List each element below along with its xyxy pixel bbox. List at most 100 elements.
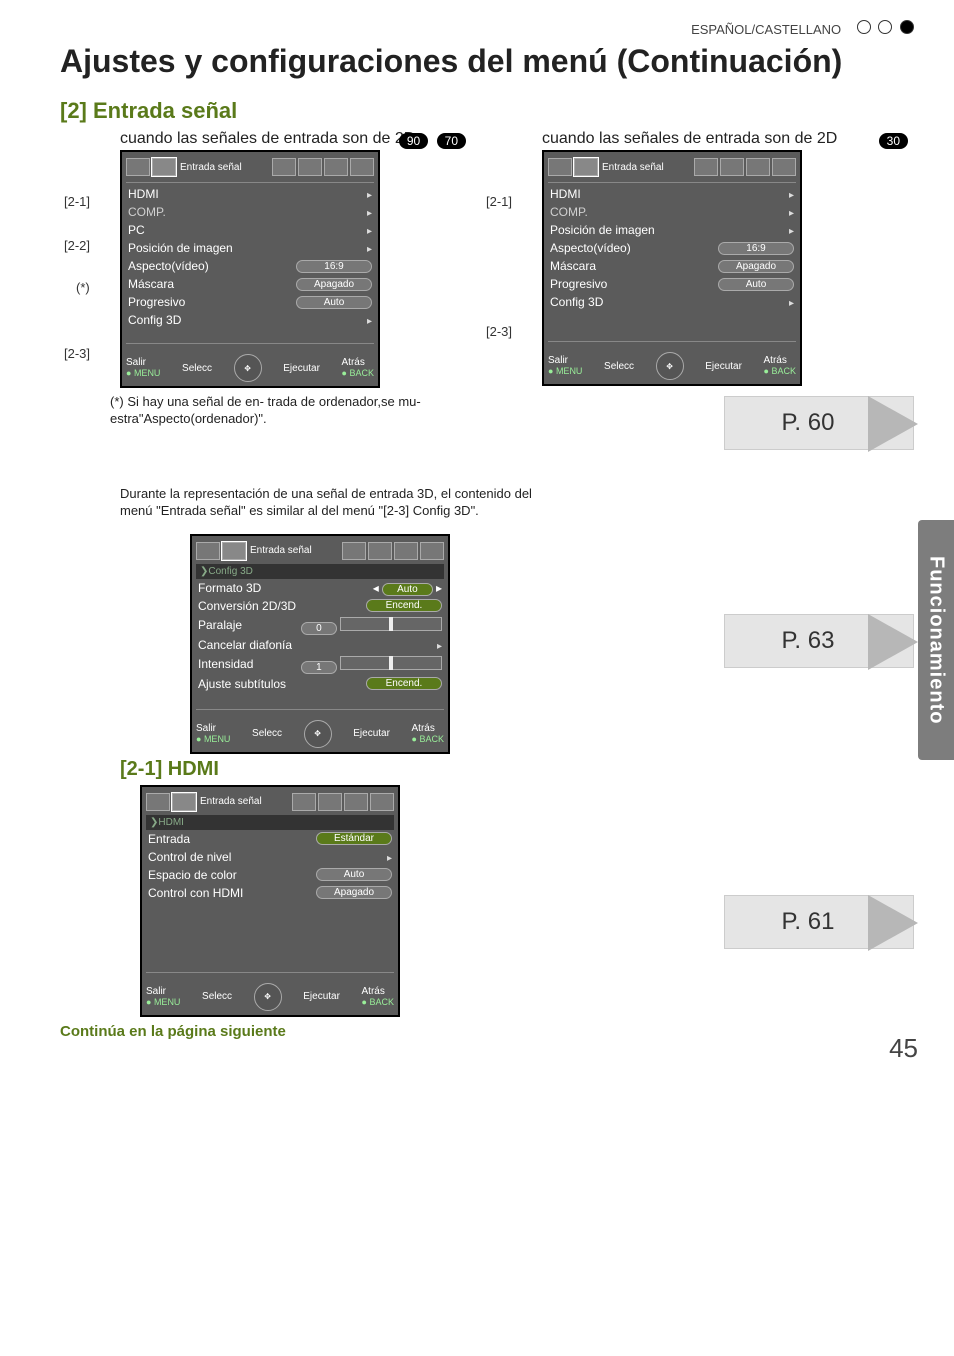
menu-item[interactable]: Config 3D	[550, 295, 603, 309]
menu-item[interactable]: Intensidad	[198, 657, 253, 671]
side-tab: Funcionamiento	[918, 520, 954, 760]
menu-item[interactable]: COMP.	[128, 205, 166, 219]
chevron-right-icon	[367, 187, 372, 201]
menu-item[interactable]: Aspecto(vídeo)	[128, 259, 209, 273]
tab-label: Entrada señal	[250, 545, 312, 556]
tab-icon	[720, 158, 744, 176]
tab-icon	[318, 793, 342, 811]
menu-item[interactable]: PC	[128, 223, 145, 237]
tab-label: Entrada señal	[200, 796, 262, 807]
tab-icon	[292, 793, 316, 811]
ref-label: [2-3]	[64, 346, 90, 361]
note-3d: Durante la representación de una señal d…	[120, 486, 560, 520]
ref-label: [2-1]	[64, 194, 90, 209]
breadcrumb: HDMI	[146, 815, 394, 830]
tab-icon	[548, 158, 572, 176]
chevron-right-icon	[367, 223, 372, 237]
tab-icon	[394, 542, 418, 560]
menu-panel-hdmi: Entrada señal HDMI Entrada Estándar Contr…	[140, 785, 400, 1017]
tab-icon	[196, 542, 220, 560]
tab-icon	[342, 542, 366, 560]
dot-icon	[857, 20, 871, 34]
page-link-arrow: P. 61	[724, 895, 914, 949]
tab-icon	[324, 158, 348, 176]
value-pill: Apagado	[296, 278, 372, 291]
tab-icon	[222, 542, 246, 560]
chevron-right-icon	[789, 295, 794, 309]
dpad-icon: ✥	[304, 720, 332, 748]
chevron-right-icon	[789, 205, 794, 219]
chevron-right-icon	[789, 223, 794, 237]
menu-item[interactable]: Entrada	[148, 832, 190, 846]
panel-footer: Salir● MENU Selecc ✥ Ejecutar Atrás● BAC…	[126, 350, 374, 382]
breadcrumb: Config 3D	[196, 564, 444, 579]
tab-icon	[694, 158, 718, 176]
dpad-icon: ✥	[254, 983, 282, 1011]
value-pill: Apagado	[718, 260, 794, 273]
value-pill: Estándar	[316, 832, 392, 845]
menu-item[interactable]: Paralaje	[198, 618, 242, 632]
menu-panel-left: Entrada señal HDMI COMP. PC Posición de …	[120, 150, 380, 388]
menu-item[interactable]: Ajuste subtítulos	[198, 677, 286, 691]
chevron-right-icon	[437, 638, 442, 652]
menu-item[interactable]: Formato 3D	[198, 581, 261, 595]
panel-footer: Salir● MENU Selecc ✥ Ejecutar Atrás● BAC…	[146, 979, 394, 1011]
menu-item[interactable]: Progresivo	[550, 277, 607, 291]
model-badge: 30	[879, 133, 908, 149]
tab-icon	[370, 793, 394, 811]
menu-item[interactable]: Control de nivel	[148, 850, 231, 864]
panel-footer: Salir● MENU Selecc ✥ Ejecutar Atrás● BAC…	[196, 716, 444, 748]
slider[interactable]	[340, 656, 442, 670]
menu-item[interactable]: Posición de imagen	[550, 223, 655, 237]
value-pill: 16:9	[718, 242, 794, 255]
page-link-arrow: P. 63	[724, 614, 914, 668]
menu-item[interactable]: Control con HDMI	[148, 886, 243, 900]
tab-icon	[350, 158, 374, 176]
value-pill: Auto	[718, 278, 794, 291]
menu-panel-right: Entrada señal HDMI COMP. Posición de ima…	[542, 150, 802, 386]
dpad-icon: ✥	[656, 352, 684, 380]
tab-icon	[772, 158, 796, 176]
menu-item[interactable]: HDMI	[550, 187, 581, 201]
value-pill: Encend.	[366, 677, 442, 690]
tab-icon	[272, 158, 296, 176]
chevron-right-icon	[367, 241, 372, 255]
value-pill: 16:9	[296, 260, 372, 273]
sub-heading-hdmi: [2-1] HDMI	[120, 758, 914, 781]
panel-footer: Salir● MENU Selecc ✥ Ejecutar Atrás● BAC…	[548, 348, 796, 380]
menu-item[interactable]: HDMI	[128, 187, 159, 201]
tab-icon	[420, 542, 444, 560]
menu-item[interactable]: Máscara	[550, 259, 596, 273]
tab-icon	[574, 158, 598, 176]
chevron-right-icon	[387, 850, 392, 864]
tab-icon	[746, 158, 770, 176]
page-title: Ajustes y configuraciones del menú (Cont…	[60, 43, 914, 80]
menu-item[interactable]: Posición de imagen	[128, 241, 233, 255]
tab-icon	[126, 158, 150, 176]
menu-item[interactable]: Conversión 2D/3D	[198, 599, 296, 613]
value-pill: Auto	[296, 296, 372, 309]
chevron-right-icon	[367, 205, 372, 219]
menu-item[interactable]: Config 3D	[128, 313, 181, 327]
dpad-icon: ✥	[234, 354, 262, 382]
tab-label: Entrada señal	[180, 162, 242, 173]
value-pill: Auto	[382, 583, 433, 596]
slider[interactable]	[340, 617, 442, 631]
language-indicator: ESPAÑOL/CASTELLANO	[60, 20, 914, 37]
chevron-right-icon	[789, 187, 794, 201]
menu-item[interactable]: Progresivo	[128, 295, 185, 309]
menu-item[interactable]: Aspecto(vídeo)	[550, 241, 631, 255]
ref-label: [2-2]	[64, 238, 90, 253]
dot-icon	[900, 20, 914, 34]
value-pill: Apagado	[316, 886, 392, 899]
value-pill: Encend.	[366, 599, 442, 612]
menu-item[interactable]: Espacio de color	[148, 868, 237, 882]
tab-icon	[368, 542, 392, 560]
menu-item[interactable]: COMP.	[550, 205, 588, 219]
menu-item[interactable]: Cancelar diafonía	[198, 638, 292, 652]
menu-item[interactable]: Máscara	[128, 277, 174, 291]
ref-label: [2-1]	[486, 194, 512, 209]
continue-text: Continúa en la página siguiente	[60, 1023, 472, 1040]
tab-icon	[344, 793, 368, 811]
tab-label: Entrada señal	[602, 162, 664, 173]
